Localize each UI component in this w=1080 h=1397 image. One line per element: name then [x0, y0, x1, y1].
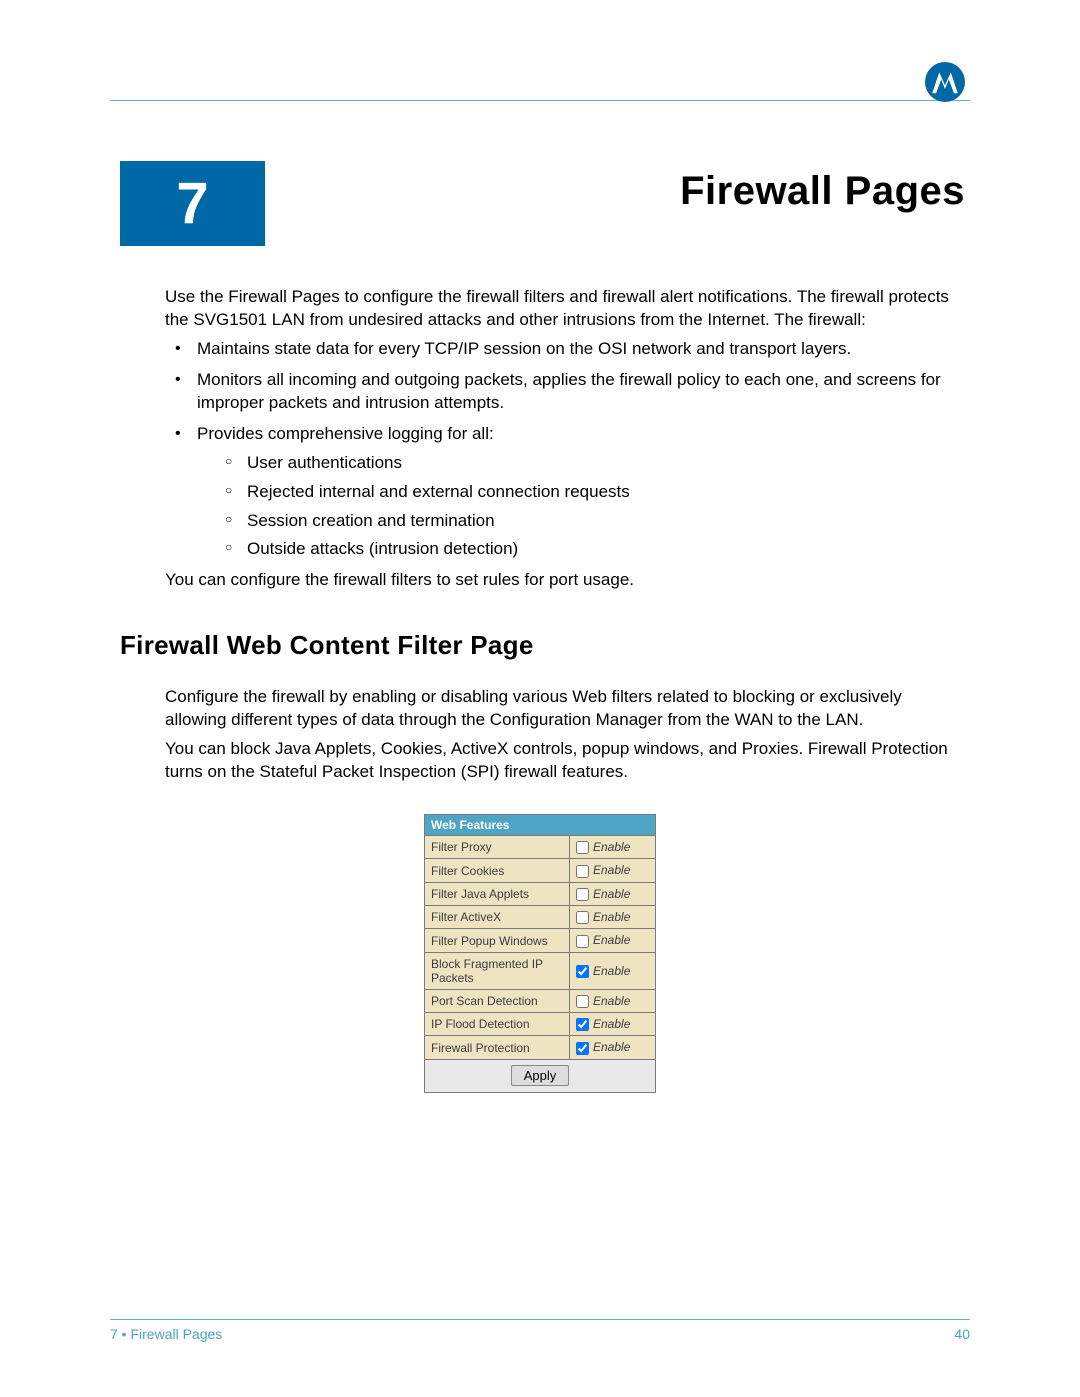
- enable-checkbox[interactable]: [576, 995, 589, 1008]
- enable-checkbox[interactable]: [576, 965, 589, 978]
- enable-label: Enable: [593, 964, 630, 978]
- section-title: Firewall Web Content Filter Page: [120, 630, 970, 661]
- section-p2: You can block Java Applets, Cookies, Act…: [165, 738, 960, 784]
- enable-label: Enable: [593, 887, 630, 901]
- feature-control: Enable: [570, 1013, 656, 1036]
- enable-label: Enable: [593, 910, 630, 924]
- brand-logo: [925, 62, 965, 102]
- chapter-number: 7: [176, 170, 208, 237]
- header-rule: [110, 100, 970, 101]
- bullet-item: Provides comprehensive logging for all: …: [165, 423, 960, 562]
- feature-control: Enable: [570, 906, 656, 929]
- feature-label: Filter ActiveX: [425, 906, 570, 929]
- feature-control: Enable: [570, 836, 656, 859]
- table-row: IP Flood Detection Enable: [425, 1013, 656, 1036]
- bullet-text: Provides comprehensive logging for all:: [197, 424, 494, 443]
- footer-page-number: 40: [954, 1326, 970, 1342]
- feature-label: Filter Proxy: [425, 836, 570, 859]
- enable-label: Enable: [593, 840, 630, 854]
- bullet-item: Monitors all incoming and outgoing packe…: [165, 369, 960, 415]
- bullet-item: Maintains state data for every TCP/IP se…: [165, 338, 960, 361]
- table-row: Filter ActiveX Enable: [425, 906, 656, 929]
- enable-label: Enable: [593, 994, 630, 1008]
- apply-button[interactable]: Apply: [511, 1065, 570, 1086]
- table-row: Firewall Protection Enable: [425, 1036, 656, 1059]
- feature-control: Enable: [570, 929, 656, 952]
- enable-checkbox[interactable]: [576, 841, 589, 854]
- footer-left: 7 • Firewall Pages: [110, 1326, 222, 1342]
- sub-bullet-item: User authentications: [217, 452, 960, 475]
- enable-label: Enable: [593, 933, 630, 947]
- table-row: Port Scan Detection Enable: [425, 989, 656, 1012]
- sub-bullet-item: Rejected internal and external connectio…: [217, 481, 960, 504]
- enable-checkbox[interactable]: [576, 888, 589, 901]
- after-bullets-paragraph: You can configure the firewall filters t…: [165, 569, 960, 592]
- sub-bullet-item: Outside attacks (intrusion detection): [217, 538, 960, 561]
- feature-control: Enable: [570, 859, 656, 882]
- feature-label: IP Flood Detection: [425, 1013, 570, 1036]
- feature-label: Block Fragmented IP Packets: [425, 952, 570, 989]
- table-row: Filter Cookies Enable: [425, 859, 656, 882]
- web-features-table: Web Features Filter ProxyEnableFilter Co…: [424, 814, 656, 1093]
- enable-label: Enable: [593, 1017, 630, 1031]
- feature-label: Port Scan Detection: [425, 989, 570, 1012]
- chapter-number-box: 7: [120, 161, 265, 246]
- chapter-title: Firewall Pages: [265, 169, 970, 214]
- enable-checkbox[interactable]: [576, 935, 589, 948]
- feature-control: Enable: [570, 1036, 656, 1059]
- feature-label: Filter Cookies: [425, 859, 570, 882]
- enable-checkbox[interactable]: [576, 1042, 589, 1055]
- table-row: Block Fragmented IP Packets Enable: [425, 952, 656, 989]
- feature-label: Firewall Protection: [425, 1036, 570, 1059]
- enable-label: Enable: [593, 1040, 630, 1054]
- enable-label: Enable: [593, 863, 630, 877]
- feature-label: Filter Java Applets: [425, 882, 570, 905]
- table-row: Filter Proxy Enable: [425, 836, 656, 859]
- section-p1: Configure the firewall by enabling or di…: [165, 686, 960, 732]
- feature-control: Enable: [570, 882, 656, 905]
- feature-label: Filter Popup Windows: [425, 929, 570, 952]
- feature-control: Enable: [570, 989, 656, 1012]
- feature-control: Enable: [570, 952, 656, 989]
- enable-checkbox[interactable]: [576, 911, 589, 924]
- web-features-header: Web Features: [425, 815, 656, 836]
- intro-paragraph: Use the Firewall Pages to configure the …: [165, 286, 960, 332]
- table-row: Filter Java Applets Enable: [425, 882, 656, 905]
- enable-checkbox[interactable]: [576, 1018, 589, 1031]
- motorola-icon: [925, 62, 965, 102]
- enable-checkbox[interactable]: [576, 865, 589, 878]
- table-row: Filter Popup Windows Enable: [425, 929, 656, 952]
- sub-bullet-item: Session creation and termination: [217, 510, 960, 533]
